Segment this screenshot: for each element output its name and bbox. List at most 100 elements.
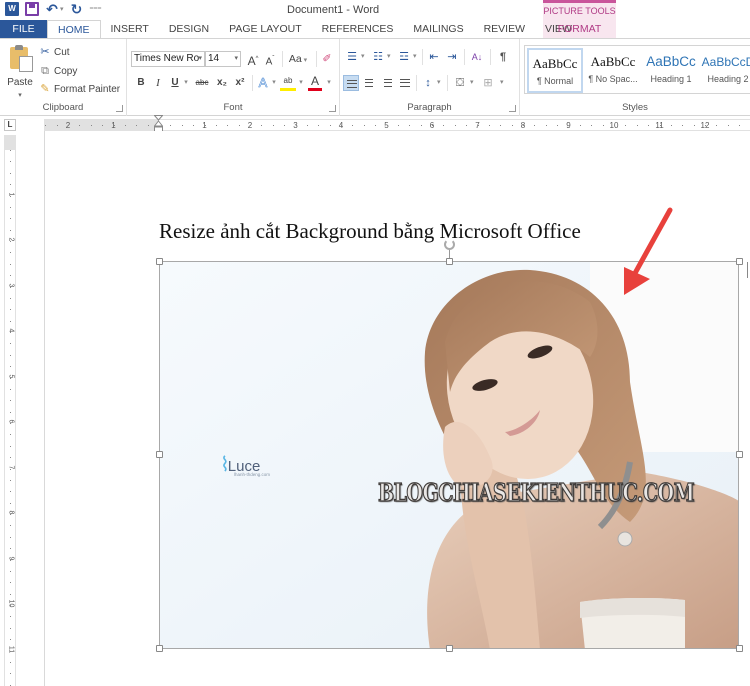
underline-button[interactable]: U	[169, 75, 181, 91]
shading-icon[interactable]: ⛋	[452, 75, 468, 91]
separator	[422, 49, 423, 65]
title-bar: W ↶ ▾ ↻ ⩶ Document1 - Word	[0, 0, 750, 20]
resize-handle-bottom-left[interactable]	[156, 645, 163, 652]
justify-button[interactable]	[397, 75, 413, 91]
line-spacing-dropdown-icon[interactable]: ▾	[437, 75, 441, 91]
tab-format[interactable]: FORMAT	[543, 20, 616, 39]
line-spacing-icon[interactable]: ↕	[420, 75, 436, 91]
ruler-minor-tick	[10, 628, 11, 629]
undo-icon[interactable]: ↶	[45, 2, 59, 16]
decrease-indent-icon[interactable]: ⇤	[426, 49, 442, 65]
style-name: Heading 1	[650, 74, 692, 84]
ribbon: Paste ▾ ✂ Cut ⧉ Copy ✎ Format Painter Cl…	[0, 38, 750, 116]
align-left-button[interactable]	[343, 75, 359, 91]
horizontal-ruler[interactable]: 21123456789101112	[44, 119, 750, 131]
numbering-icon[interactable]: ☷	[370, 49, 386, 65]
selected-picture[interactable]: ⌇Luce lhanh-thdeng.com BLOGCHIASEKIENTHU…	[159, 261, 739, 649]
resize-handle-right[interactable]	[736, 451, 743, 458]
cut-button[interactable]: ✂ Cut	[39, 44, 69, 60]
resize-handle-bottom-right[interactable]	[736, 645, 743, 652]
style-heading-1[interactable]: AaBbCc Heading 1	[643, 48, 699, 93]
subscript-button[interactable]: x₂	[215, 75, 229, 91]
clear-formatting-icon[interactable]: ✐	[320, 51, 334, 67]
borders-dropdown-icon[interactable]: ▾	[500, 75, 504, 91]
style-normal[interactable]: AaBbCc ¶ Normal	[527, 48, 583, 93]
customize-qat-icon[interactable]: ⩶	[90, 5, 102, 13]
ruler-minor-tick	[307, 125, 308, 126]
ruler-minor-tick	[102, 125, 103, 126]
tab-home[interactable]: HOME	[47, 20, 101, 39]
text-effects-dropdown-icon[interactable]: ▾	[270, 75, 278, 91]
paste-button[interactable]: Paste ▾	[6, 43, 34, 101]
shading-dropdown-icon[interactable]: ▾	[470, 75, 474, 91]
font-color-dropdown-icon[interactable]: ▾	[325, 75, 333, 91]
increase-indent-icon[interactable]: ⇥	[444, 49, 460, 65]
clipboard-launcher-icon[interactable]	[116, 105, 123, 112]
paste-label: Paste	[7, 77, 33, 88]
bold-button[interactable]: B	[135, 75, 147, 91]
shrink-font-button[interactable]: Aˇ	[263, 51, 277, 67]
resize-handle-top-left[interactable]	[156, 258, 163, 265]
bullets-dropdown-icon[interactable]: ▾	[361, 49, 365, 65]
ruler-minor-tick	[10, 241, 11, 242]
grow-font-button[interactable]: A^	[246, 51, 260, 68]
borders-icon[interactable]: ⊞	[480, 75, 496, 91]
copy-icon: ⧉	[41, 65, 49, 77]
style-name: Heading 2	[707, 74, 749, 84]
text-effects-button[interactable]: A	[256, 75, 270, 91]
ruler-minor-tick	[10, 412, 11, 413]
style-no-spacing[interactable]: AaBbCc ¶ No Spac...	[585, 48, 641, 93]
tab-design[interactable]: DESIGN	[159, 20, 219, 39]
font-size-combobox[interactable]: 14 ▾	[205, 51, 241, 67]
copy-button[interactable]: ⧉ Copy	[39, 63, 77, 79]
tab-mailings[interactable]: MAILINGS	[403, 20, 473, 39]
change-case-button[interactable]: Aa ▾	[285, 51, 311, 67]
tab-file[interactable]: FILE	[0, 20, 47, 39]
undo-dropdown-icon[interactable]: ▾	[60, 5, 64, 13]
tab-selector-button[interactable]: L	[4, 119, 16, 131]
resize-handle-bottom[interactable]	[446, 645, 453, 652]
multilevel-dropdown-icon[interactable]: ▾	[413, 49, 417, 65]
superscript-button[interactable]: x²	[233, 75, 247, 91]
format-painter-button[interactable]: ✎ Format Painter	[39, 81, 120, 97]
document-heading[interactable]: Resize ảnh cắt Background bằng Microsoft…	[159, 219, 581, 244]
tab-insert[interactable]: INSERT	[101, 20, 159, 39]
numbering-dropdown-icon[interactable]: ▾	[387, 49, 391, 65]
multilevel-list-icon[interactable]: ☲	[396, 49, 412, 65]
highlight-button[interactable]: ab	[280, 75, 296, 91]
font-name-combobox[interactable]: Times New Ro ▾	[131, 51, 205, 67]
font-color-button[interactable]: A	[308, 75, 322, 91]
underline-dropdown-icon[interactable]: ▾	[182, 75, 190, 91]
ruler-minor-tick	[10, 366, 11, 367]
tab-page-layout[interactable]: PAGE LAYOUT	[219, 20, 312, 39]
ruler-minor-tick	[10, 491, 11, 492]
tab-references[interactable]: REFERENCES	[312, 20, 404, 39]
italic-button[interactable]: I	[152, 75, 164, 91]
highlight-dropdown-icon[interactable]: ▾	[297, 75, 305, 91]
chevron-down-icon[interactable]: ▾	[234, 52, 238, 66]
rotate-handle-icon[interactable]	[444, 239, 455, 250]
paste-dropdown-icon[interactable]: ▾	[6, 91, 34, 99]
resize-handle-top-right[interactable]	[736, 258, 743, 265]
ruler-tick-label: 4	[7, 328, 15, 333]
align-right-button[interactable]	[379, 75, 395, 91]
chevron-down-icon[interactable]: ▾	[198, 52, 202, 66]
redo-icon[interactable]: ↻	[70, 2, 84, 16]
save-icon[interactable]	[25, 2, 39, 16]
sort-icon[interactable]: A↓	[468, 49, 486, 65]
tab-review[interactable]: REVIEW	[474, 20, 535, 39]
show-marks-icon[interactable]: ¶	[495, 49, 511, 65]
font-name-value: Times New Ro	[134, 53, 200, 64]
bullets-icon[interactable]: ☰	[344, 49, 360, 65]
strikethrough-button[interactable]: abc	[193, 75, 211, 91]
ruler-minor-tick	[625, 125, 626, 126]
align-right-icon	[384, 79, 392, 87]
style-heading-2[interactable]: AaBbCcD Heading 2	[701, 48, 750, 93]
vertical-ruler[interactable]: 1 2 3 4 5 6 7 8 9 10 11	[4, 135, 16, 686]
align-center-button[interactable]	[361, 75, 377, 91]
resize-handle-top[interactable]	[446, 258, 453, 265]
font-launcher-icon[interactable]	[329, 105, 336, 112]
ruler-minor-tick	[364, 125, 365, 126]
resize-handle-left[interactable]	[156, 451, 163, 458]
paragraph-launcher-icon[interactable]	[509, 105, 516, 112]
